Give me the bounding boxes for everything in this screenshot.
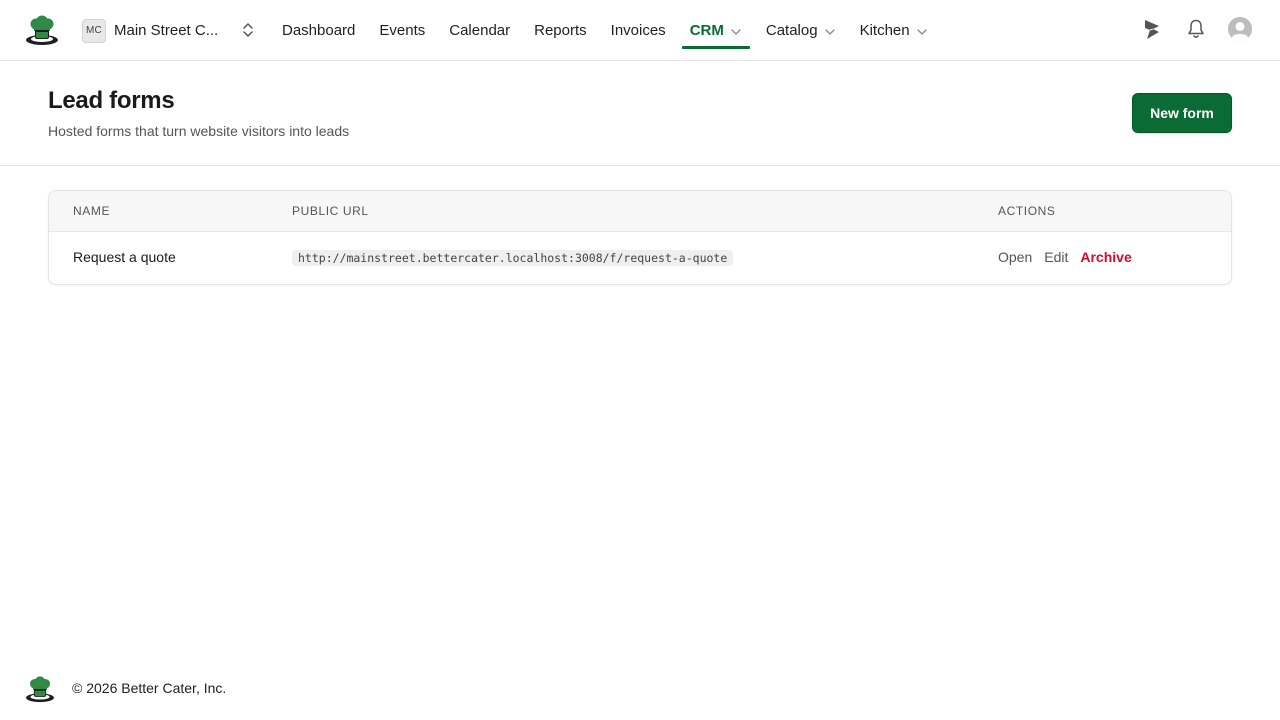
column-header-public-url: PUBLIC URL [292,204,369,218]
page-header: Lead forms Hosted forms that turn websit… [0,61,1280,166]
page-subtitle: Hosted forms that turn website visitors … [48,123,350,139]
nav-item-reports[interactable]: Reports [522,0,599,61]
nav-label: Calendar [449,22,511,39]
column-header-name: NAME [73,204,111,218]
edit-link[interactable]: Edit [1044,249,1068,265]
nav-item-catalog[interactable]: Catalog [754,0,848,61]
nav-label: Events [379,22,426,39]
whats-new-icon[interactable] [1140,16,1164,42]
chef-hat-footer-logo-icon [24,675,56,703]
bell-icon[interactable] [1184,16,1208,42]
nav-item-events[interactable]: Events [367,0,437,61]
form-name: Request a quote [73,249,176,265]
page-title: Lead forms [48,87,175,114]
row-actions: Open Edit Archive [998,249,1132,265]
lead-forms-table: NAME PUBLIC URL ACTIONS Request a quote … [48,190,1232,285]
nav-item-calendar[interactable]: Calendar [437,0,522,61]
table-header: NAME PUBLIC URL ACTIONS [49,191,1231,232]
nav-label: Invoices [610,22,666,39]
footer-copyright: © 2026 Better Cater, Inc. [72,680,227,696]
chevron-down-icon [916,25,928,37]
organization-switcher[interactable]: MC Main Street C... [82,18,224,43]
new-form-button[interactable]: New form [1132,93,1232,133]
user-avatar[interactable] [1228,17,1252,41]
nav-label: Dashboard [282,22,356,39]
nav-item-invoices[interactable]: Invoices [599,0,678,61]
nav-item-crm[interactable]: CRM [678,0,754,61]
org-name: Main Street C... [114,22,219,39]
chef-hat-logo-icon[interactable] [24,14,60,46]
archive-link[interactable]: Archive [1080,249,1131,265]
chevron-down-icon [824,25,836,37]
nav-label: Kitchen [859,22,910,39]
nav-label: Catalog [765,22,818,39]
public-url: http://mainstreet.bettercater.localhost:… [292,250,734,266]
column-header-actions: ACTIONS [998,204,1056,218]
chevron-up-down-icon[interactable] [240,21,256,39]
nav-item-dashboard[interactable]: Dashboard [270,0,367,61]
org-avatar: MC [82,18,106,43]
main-nav: Dashboard Events Calendar Reports Invoic… [270,0,940,61]
top-navigation-bar: MC Main Street C... Dashboard Events Cal… [0,0,1280,61]
nav-item-kitchen[interactable]: Kitchen [848,0,940,61]
table-row: Request a quote http://mainstreet.better… [49,232,1231,284]
open-link[interactable]: Open [998,249,1032,265]
chevron-down-icon [730,25,742,37]
nav-label: Reports [534,22,587,39]
top-actions [1140,16,1252,42]
nav-label: CRM [689,22,724,39]
